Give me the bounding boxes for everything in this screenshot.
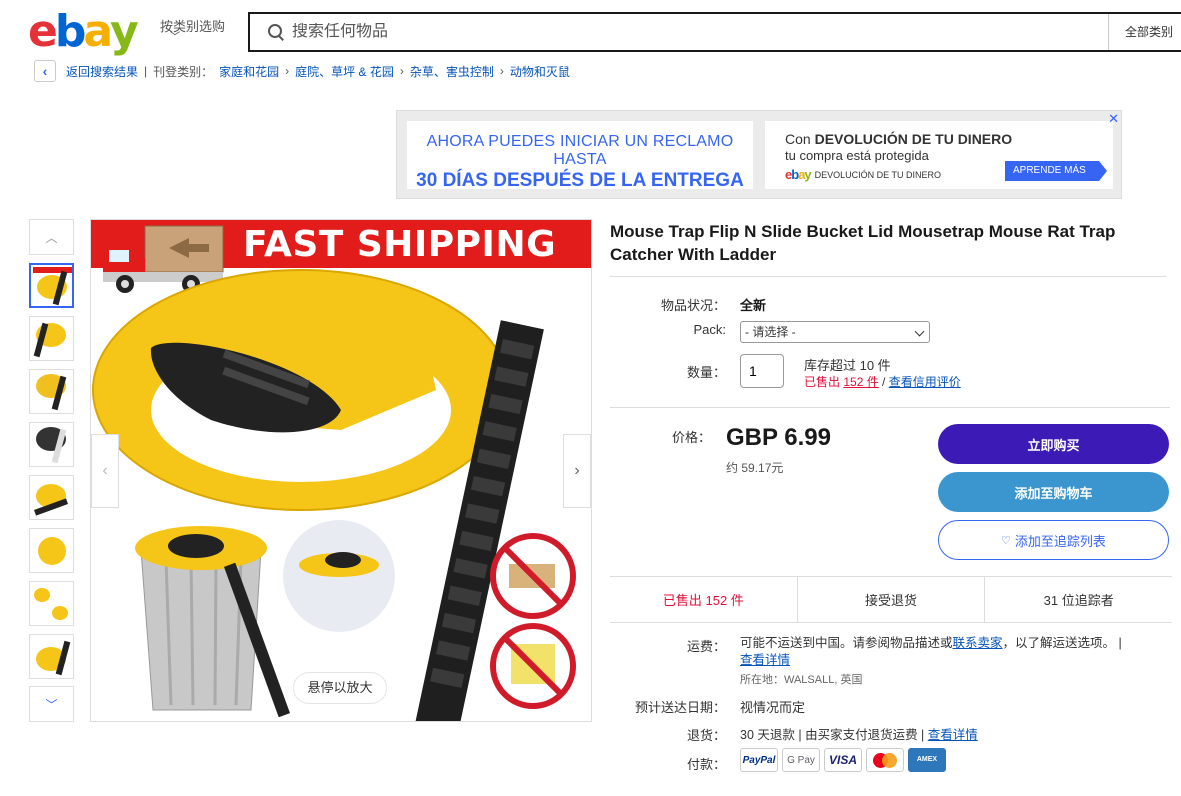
amex-icon: AMEX — [908, 748, 946, 772]
back-to-results-link[interactable]: 返回搜索结果 — [66, 63, 138, 80]
approx-price: 约 59.17元 — [726, 461, 784, 475]
returns-label: 退货： — [686, 728, 726, 743]
product-title: Mouse Trap Flip N Slide Bucket Lid Mouse… — [610, 222, 1116, 264]
buy-now-button[interactable]: 立即购买 — [938, 424, 1169, 464]
search-icon — [268, 24, 284, 40]
item-stats-bar: 已售出 152 件 接受退货 31 位追踪者 — [610, 576, 1172, 623]
breadcrumb-chevron-icon: › — [399, 64, 404, 78]
listed-in-label: 刊登类别： — [153, 64, 214, 79]
search-input[interactable] — [292, 23, 1181, 41]
price-value: GBP 6.99 — [726, 424, 831, 451]
banner-guarantee-panel: Con DEVOLUCIÓN DE TU DINERO tu compra es… — [765, 121, 1113, 189]
product-main-image[interactable]: FAST SHIPPING ‹ › 悬停以放大 — [90, 219, 592, 722]
back-arrow-icon[interactable]: ‹ — [34, 60, 56, 82]
quantity-label: 数量： — [686, 365, 726, 380]
all-categories-dropdown[interactable]: 全部类别 — [1108, 14, 1181, 50]
breadcrumb-item[interactable]: 庭院、草坪 & 花园 — [295, 63, 394, 80]
divider — [610, 276, 1166, 277]
stat-returns: 接受退货 — [798, 577, 986, 622]
payment-methods: PayPal G Pay VISA AMEX — [740, 748, 946, 772]
next-image-button[interactable]: › — [563, 434, 591, 508]
contact-seller-link[interactable]: 联系卖家 — [953, 636, 1003, 650]
learn-more-button[interactable]: APRENDE MÁS — [1005, 161, 1107, 181]
banner-claim-line2: 30 DÍAS DESPUÉS DE LA ENTREGA — [416, 170, 744, 191]
view-feedback-link[interactable]: 查看信用评价 — [889, 375, 961, 389]
returns-value: 30 天退款 | 由买家支付退货运费 | 查看详情 — [740, 728, 978, 742]
prev-image-button[interactable]: ‹ — [91, 434, 119, 508]
google-pay-icon: G Pay — [782, 748, 820, 772]
visa-icon: VISA — [824, 748, 862, 772]
breadcrumb-item[interactable]: 家庭和花园 — [219, 63, 279, 80]
breadcrumb-chevron-icon: › — [499, 64, 504, 78]
promo-banner[interactable]: AHORA PUEDES INICIAR UN RECLAMO HASTA 30… — [396, 110, 1122, 199]
thumbnail-7[interactable] — [29, 581, 74, 626]
shipping-info: 可能不运送到中国。请参阅物品描述或联系卖家，以了解运送选项。 | 查看详情 — [740, 636, 1122, 667]
thumbnail-4[interactable] — [29, 422, 74, 467]
thumbnail-5[interactable] — [29, 475, 74, 520]
mouse-trap-illustration — [92, 269, 576, 721]
condition-label: 物品状况： — [660, 298, 726, 313]
pack-label: Pack: — [693, 322, 726, 337]
payments-label: 付款： — [686, 757, 726, 772]
banner-guarantee-title: Con DEVOLUCIÓN DE TU DINERO — [785, 131, 1013, 147]
pack-select[interactable]: - 请选择 - — [740, 321, 930, 343]
heart-icon: ♡ — [1001, 534, 1011, 547]
shipping-details-link[interactable]: 查看详情 — [740, 653, 790, 667]
delivery-label: 预计送达日期： — [634, 700, 726, 715]
close-icon[interactable]: ✕ — [1108, 111, 1119, 127]
zoom-hint: 悬停以放大 — [293, 672, 387, 704]
shipping-label: 运费： — [686, 639, 726, 654]
thumbnail-scroll-down-button[interactable]: ﹀ — [29, 686, 74, 722]
banner-guarantee-tag: ebay DEVOLUCIÓN DE TU DINERO — [785, 167, 942, 182]
breadcrumb-item[interactable]: 杂草、害虫控制 — [410, 63, 494, 80]
mastercard-icon — [866, 748, 904, 772]
returns-details-link[interactable]: 查看详情 — [928, 728, 978, 742]
stat-sold: 已售出 152 件 — [610, 577, 798, 622]
breadcrumb-chevron-icon: › — [285, 64, 290, 78]
breadcrumb-divider: | — [144, 64, 148, 78]
shop-by-category-button[interactable]: 按类别选购 ﹀ — [160, 16, 225, 43]
chevron-up-icon: ︿ — [45, 230, 58, 245]
sold-prefix: 已售出 — [804, 375, 844, 389]
stock-status: 库存超过 10 件 — [804, 358, 891, 373]
ebay-mini-logo: ebay — [785, 167, 812, 182]
divider — [610, 407, 1170, 408]
search-bar: 全部类别 — [248, 12, 1181, 52]
ebay-logo[interactable]: ebay — [28, 8, 148, 56]
banner-claim-line1: AHORA PUEDES INICIAR UN RECLAMO HASTA — [426, 133, 734, 168]
quantity-input[interactable] — [740, 354, 784, 388]
chevron-right-icon: › — [574, 462, 580, 479]
breadcrumb: ‹ 返回搜索结果 | 刊登类别： 家庭和花园 › 庭院、草坪 & 花园 › 杂草… — [34, 60, 570, 82]
sold-count-link[interactable]: 152 件 — [843, 375, 878, 389]
price-label: 价格： — [671, 430, 711, 445]
stat-watchers: 31 位追踪者 — [1043, 593, 1114, 608]
thumbnail-2[interactable] — [29, 316, 74, 361]
sold-feedback-line: 已售出 152 件 / 查看信用评价 — [804, 375, 961, 389]
add-to-watchlist-button[interactable]: ♡ 添加至追踪列表 — [938, 520, 1169, 560]
banner-guarantee-subtitle: tu compra está protegida — [785, 148, 929, 163]
thumbnail-6[interactable] — [29, 528, 74, 573]
item-location: 所在地：WALSALL, 英国 — [740, 674, 863, 686]
paypal-icon: PayPal — [740, 748, 778, 772]
chevron-left-icon: ‹ — [102, 462, 108, 479]
breadcrumb-item[interactable]: 动物和灭鼠 — [510, 63, 570, 80]
thumbnail-8[interactable] — [29, 634, 74, 679]
add-to-cart-button[interactable]: 添加至购物车 — [938, 472, 1169, 512]
banner-claim-panel: AHORA PUEDES INICIAR UN RECLAMO HASTA 30… — [407, 121, 753, 191]
watchlist-label: 添加至追踪列表 — [1014, 533, 1106, 549]
condition-value: 全新 — [740, 298, 767, 313]
thumbnail-3[interactable] — [29, 369, 74, 414]
thumbnail-1[interactable] — [29, 263, 74, 308]
thumbnail-scroll-up-button[interactable]: ︿ — [29, 219, 74, 255]
chevron-down-icon: ﹀ — [45, 697, 58, 712]
delivery-value: 视情况而定 — [740, 700, 806, 715]
chevron-down-icon: ﹀ — [170, 32, 180, 43]
